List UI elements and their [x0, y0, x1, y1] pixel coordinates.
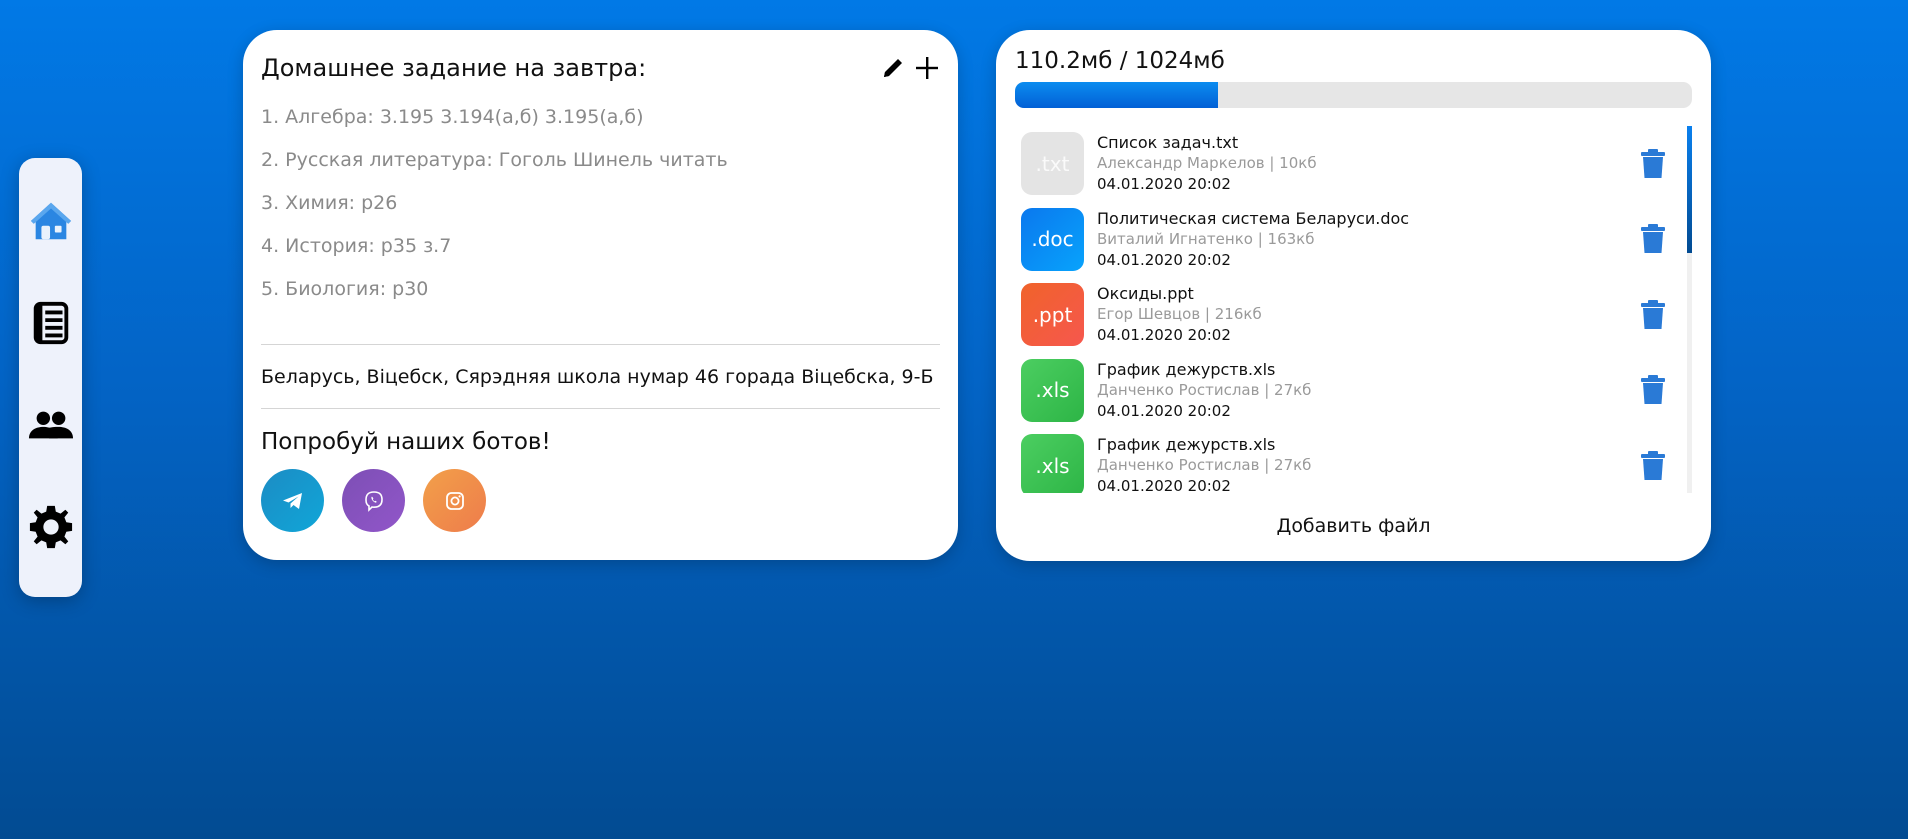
trash-icon [1641, 375, 1665, 405]
pencil-icon[interactable] [880, 55, 906, 81]
file-type-icon: .ppt [1021, 283, 1084, 347]
file-name[interactable]: График дежурств.xls [1097, 360, 1311, 379]
viber-icon [364, 490, 383, 512]
sidebar-item-classmates[interactable] [26, 400, 76, 450]
storage-usage-text: 110.2мб / 1024мб [1015, 48, 1225, 74]
file-item[interactable]: .doc Политическая система Беларуси.doc В… [1015, 202, 1692, 278]
instagram-bot-button[interactable] [423, 469, 486, 532]
file-item[interactable]: .txt Список задач.txt Александр Маркелов… [1015, 126, 1692, 202]
gear-icon [29, 505, 72, 549]
plus-icon[interactable] [914, 55, 940, 81]
file-list: .txt Список задач.txt Александр Маркелов… [1015, 126, 1692, 493]
divider [261, 408, 940, 409]
homework-item: 5. Биология: р30 [261, 278, 429, 300]
sidebar-item-journal[interactable] [26, 298, 76, 348]
file-item[interactable]: .ppt Оксиды.ppt Егор Шевцов | 216кб 04.0… [1015, 277, 1692, 353]
sidebar-item-home[interactable] [26, 196, 76, 246]
scrollbar-thumb[interactable] [1687, 126, 1692, 253]
viber-bot-button[interactable] [342, 469, 405, 532]
homework-title: Домашнее задание на завтра: [261, 54, 647, 82]
file-name[interactable]: Оксиды.ppt [1097, 284, 1262, 303]
add-file-button[interactable]: Добавить файл [1015, 515, 1692, 537]
file-date: 04.01.2020 20:02 [1097, 326, 1231, 345]
trash-icon [1641, 450, 1665, 480]
file-name[interactable]: Список задач.txt [1097, 133, 1317, 152]
homework-item: 1. Алгебра: 3.195 3.194(а,б) 3.195(а,б) [261, 106, 644, 128]
homework-header: Домашнее задание на завтра: [261, 48, 940, 88]
telegram-icon [282, 492, 302, 509]
file-author-size: Егор Шевцов | 216кб [1097, 305, 1262, 324]
book-icon [33, 301, 68, 345]
home-icon [30, 202, 71, 240]
homework-item: 2. Русская литература: Гоголь Шинель чит… [261, 149, 728, 171]
file-date: 04.01.2020 20:02 [1097, 477, 1231, 493]
file-name[interactable]: График дежурств.xls [1097, 435, 1311, 454]
delete-file-button[interactable] [1636, 373, 1670, 407]
file-name[interactable]: Политическая система Беларуси.doc [1097, 209, 1409, 228]
file-type-icon: .xls [1021, 434, 1084, 493]
file-list-container: .txt Список задач.txt Александр Маркелов… [1015, 126, 1692, 493]
delete-file-button[interactable] [1636, 298, 1670, 332]
file-list-scrollbar[interactable] [1687, 126, 1692, 493]
delete-file-button[interactable] [1636, 147, 1670, 181]
bots-row [261, 469, 940, 532]
file-type-icon: .xls [1021, 358, 1084, 422]
telegram-bot-button[interactable] [261, 469, 324, 532]
file-meta: График дежурств.xls Данченко Ростислав |… [1097, 360, 1311, 421]
trash-icon [1641, 148, 1665, 178]
delete-file-button[interactable] [1636, 449, 1670, 483]
file-author-size: Александр Маркелов | 10кб [1097, 154, 1317, 173]
file-date: 04.01.2020 20:02 [1097, 175, 1231, 194]
homework-card: Домашнее задание на завтра: 1. Алгебра: … [243, 30, 958, 560]
file-meta: График дежурств.xls Данченко Ростислав |… [1097, 435, 1311, 493]
storage-progress-bar [1015, 82, 1692, 108]
bots-title: Попробуй наших ботов! [261, 429, 551, 455]
sidebar [19, 158, 82, 597]
file-type-icon: .txt [1021, 132, 1084, 196]
sidebar-item-settings[interactable] [26, 502, 76, 552]
trash-icon [1641, 299, 1665, 329]
instagram-icon [445, 491, 464, 510]
file-item[interactable]: .xls График дежурств.xls Данченко Ростис… [1015, 428, 1692, 493]
file-date: 04.01.2020 20:02 [1097, 250, 1231, 269]
file-meta: Оксиды.ppt Егор Шевцов | 216кб 04.01.202… [1097, 284, 1262, 345]
file-author-size: Данченко Ростислав | 27кб [1097, 380, 1312, 399]
storage-progress-fill [1015, 82, 1219, 108]
homework-item: 3. Химия: р26 [261, 192, 398, 214]
file-type-icon: .doc [1021, 207, 1084, 271]
file-item[interactable]: .xls График дежурств.xls Данченко Ростис… [1015, 353, 1692, 429]
homework-list: 1. Алгебра: 3.195 3.194(а,б) 3.195(а,б) … [261, 96, 940, 311]
files-card: 110.2мб / 1024мб .txt Список задач.txt А… [996, 30, 1711, 561]
homework-item: 4. История: р35 з.7 [261, 235, 452, 257]
school-info: Беларусь, Віцебск, Сярэдняя школа нумар … [261, 366, 934, 388]
homework-actions [880, 55, 940, 81]
trash-icon [1641, 224, 1665, 254]
file-meta: Политическая система Беларуси.doc Витали… [1097, 209, 1409, 270]
file-author-size: Данченко Ростислав | 27кб [1097, 456, 1312, 475]
file-meta: Список задач.txt Александр Маркелов | 10… [1097, 133, 1317, 194]
delete-file-button[interactable] [1636, 222, 1670, 256]
people-icon [28, 411, 73, 439]
file-date: 04.01.2020 20:02 [1097, 401, 1231, 420]
file-author-size: Виталий Игнатенко | 163кб [1097, 229, 1315, 248]
